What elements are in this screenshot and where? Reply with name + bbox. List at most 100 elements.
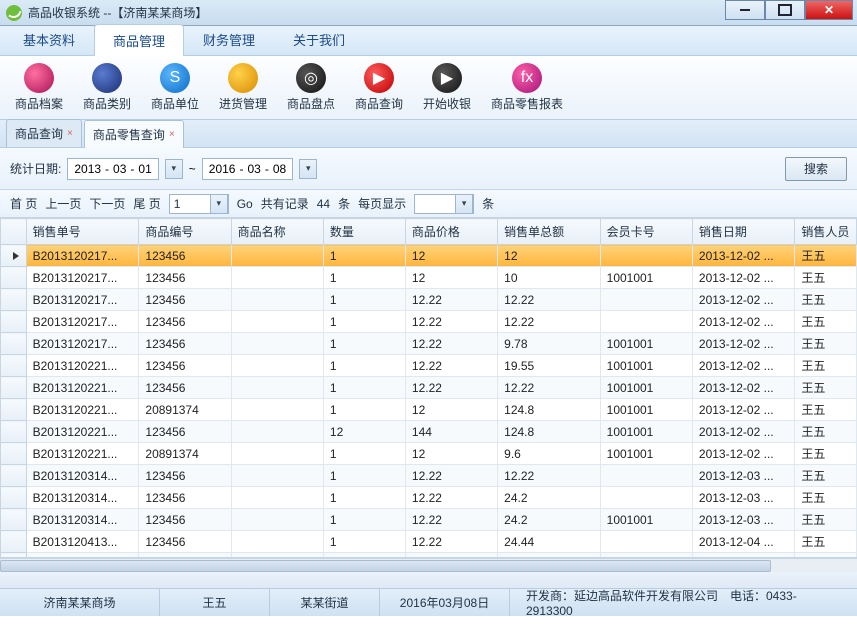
toolbar-item-4[interactable]: ◎商品盘点: [280, 63, 342, 112]
cell[interactable]: 王五: [795, 245, 857, 267]
row-handle[interactable]: [1, 487, 27, 509]
cell[interactable]: B2013120413...: [26, 531, 139, 553]
data-grid[interactable]: 销售单号商品编号商品名称数量商品价格销售单总额会员卡号销售日期销售人员B2013…: [0, 218, 857, 558]
go-button[interactable]: Go: [237, 197, 253, 211]
table-row[interactable]: B2013120413...123456112.2224.442013-12-0…: [1, 531, 857, 553]
cell[interactable]: 1: [323, 399, 405, 421]
search-button[interactable]: 搜索: [785, 157, 847, 181]
cell[interactable]: 12.22: [405, 487, 497, 509]
cell[interactable]: 1001001: [600, 443, 692, 465]
cell[interactable]: 1: [323, 377, 405, 399]
cell[interactable]: 1: [323, 465, 405, 487]
cell[interactable]: 王五: [795, 531, 857, 553]
table-row[interactable]: B2013120217...1234561121010010012013-12-…: [1, 267, 857, 289]
cell[interactable]: 20891374: [139, 399, 231, 421]
cell[interactable]: 20891374: [139, 443, 231, 465]
content-tab-1[interactable]: 商品零售查询×: [84, 120, 184, 148]
cell[interactable]: 2013-12-02 ...: [692, 333, 795, 355]
table-row[interactable]: B2013120217...123456112.229.781001001201…: [1, 333, 857, 355]
cell[interactable]: 2013-12-02 ...: [692, 311, 795, 333]
column-header-7[interactable]: 销售日期: [692, 219, 795, 245]
row-handle[interactable]: [1, 245, 27, 267]
cell[interactable]: 124.8: [498, 399, 601, 421]
cell[interactable]: B2013120217...: [26, 267, 139, 289]
cell[interactable]: 10: [498, 267, 601, 289]
table-row[interactable]: B2013120314...123456112.2224.22013-12-03…: [1, 487, 857, 509]
table-row[interactable]: B2013120221...123456112.2219.55100100120…: [1, 355, 857, 377]
cell[interactable]: 12.22: [405, 355, 497, 377]
cell[interactable]: 1001001: [600, 509, 692, 531]
prev-page-link[interactable]: 上一页: [45, 195, 81, 212]
cell[interactable]: 1: [323, 289, 405, 311]
cell[interactable]: 王五: [795, 355, 857, 377]
cell[interactable]: 123456: [139, 377, 231, 399]
cell[interactable]: B2013120221...: [26, 377, 139, 399]
cell[interactable]: 12.22: [498, 311, 601, 333]
cell[interactable]: 12: [405, 245, 497, 267]
row-handle[interactable]: [1, 443, 27, 465]
cell[interactable]: 123456: [139, 421, 231, 443]
cell[interactable]: [231, 245, 323, 267]
cell[interactable]: 1: [323, 443, 405, 465]
row-handle[interactable]: [1, 399, 27, 421]
cell[interactable]: 王五: [795, 267, 857, 289]
date-to-input[interactable]: 2016- 03- 08: [202, 158, 293, 180]
column-header-5[interactable]: 销售单总额: [498, 219, 601, 245]
cell[interactable]: 12.22: [498, 377, 601, 399]
cell[interactable]: 2013-12-02 ...: [692, 267, 795, 289]
menu-tab-0[interactable]: 基本资料: [4, 23, 94, 55]
cell[interactable]: 123456: [139, 333, 231, 355]
cell[interactable]: 1: [323, 487, 405, 509]
row-handle[interactable]: [1, 509, 27, 531]
toolbar-item-2[interactable]: S商品单位: [144, 63, 206, 112]
cell[interactable]: 1: [323, 311, 405, 333]
cell[interactable]: 24.2: [498, 509, 601, 531]
toolbar-item-1[interactable]: 商品类别: [76, 63, 138, 112]
cell[interactable]: 1: [323, 245, 405, 267]
cell[interactable]: 123456: [139, 311, 231, 333]
cell[interactable]: 2013-12-03 ...: [692, 487, 795, 509]
cell[interactable]: 2013-12-02 ...: [692, 289, 795, 311]
cell[interactable]: 1001001: [600, 355, 692, 377]
column-header-3[interactable]: 数量: [323, 219, 405, 245]
toolbar-item-0[interactable]: 商品档案: [8, 63, 70, 112]
cell[interactable]: 123456: [139, 531, 231, 553]
cell[interactable]: 2013-12-02 ...: [692, 377, 795, 399]
cell[interactable]: 12.22: [405, 333, 497, 355]
column-header-6[interactable]: 会员卡号: [600, 219, 692, 245]
cell[interactable]: [231, 267, 323, 289]
close-button[interactable]: [805, 0, 853, 20]
cell[interactable]: 9.78: [498, 333, 601, 355]
cell[interactable]: 1001001: [600, 333, 692, 355]
cell[interactable]: [231, 333, 323, 355]
cell[interactable]: 24.2: [498, 487, 601, 509]
cell[interactable]: 12.22: [405, 465, 497, 487]
cell[interactable]: 1: [323, 267, 405, 289]
row-handle[interactable]: [1, 465, 27, 487]
cell[interactable]: 王五: [795, 443, 857, 465]
cell[interactable]: 王五: [795, 465, 857, 487]
cell[interactable]: B2013120217...: [26, 289, 139, 311]
cell[interactable]: 19.55: [498, 355, 601, 377]
table-row[interactable]: B2013120221...12345612144124.81001001201…: [1, 421, 857, 443]
toolbar-item-7[interactable]: fx商品零售报表: [484, 63, 570, 112]
cell[interactable]: 1001001: [600, 267, 692, 289]
cell[interactable]: B2013120217...: [26, 245, 139, 267]
cell[interactable]: 2013-12-02 ...: [692, 399, 795, 421]
cell[interactable]: 王五: [795, 333, 857, 355]
cell[interactable]: 王五: [795, 289, 857, 311]
toolbar-item-6[interactable]: ▶开始收银: [416, 63, 478, 112]
date-from-input[interactable]: 2013- 03- 01: [67, 158, 158, 180]
cell[interactable]: B2013120221...: [26, 399, 139, 421]
cell[interactable]: 王五: [795, 421, 857, 443]
date-from-dropdown[interactable]: ▾: [165, 159, 183, 179]
cell[interactable]: 1: [323, 531, 405, 553]
cell[interactable]: 144: [405, 421, 497, 443]
cell[interactable]: 1: [323, 355, 405, 377]
cell[interactable]: 123456: [139, 355, 231, 377]
cell[interactable]: 2013-12-02 ...: [692, 245, 795, 267]
cell[interactable]: [231, 465, 323, 487]
cell[interactable]: 12: [498, 245, 601, 267]
cell[interactable]: 12: [323, 421, 405, 443]
cell[interactable]: [600, 487, 692, 509]
